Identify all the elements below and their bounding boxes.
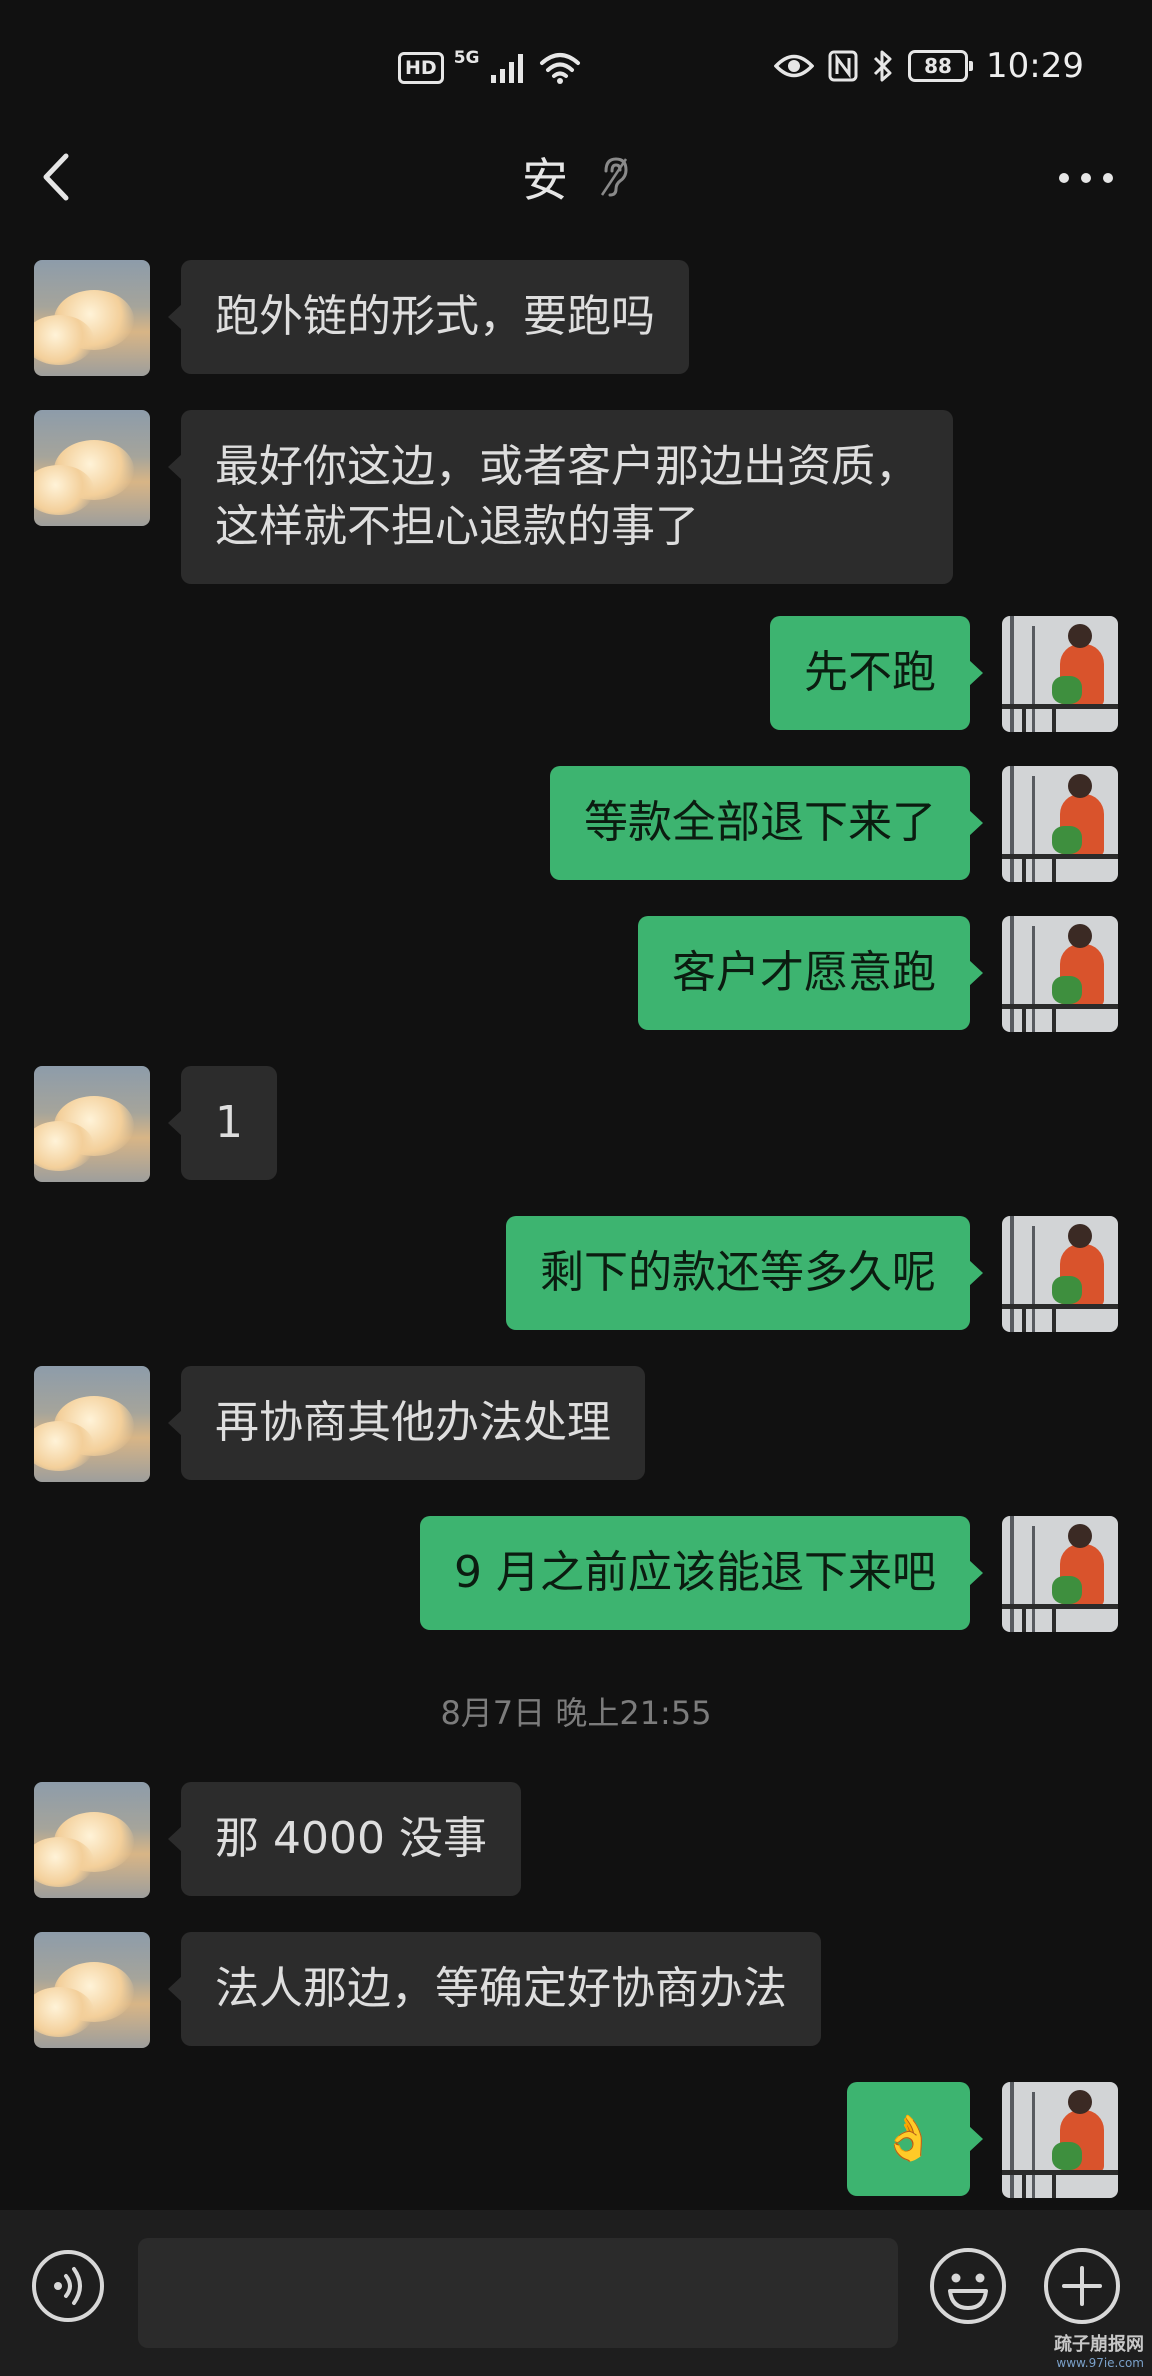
message-bubble[interactable]: 那 4000 没事 (168, 1782, 521, 1896)
message-bubble[interactable]: 法人那边，等确定好协商办法 (168, 1932, 821, 2046)
message-bubble[interactable]: 最好你这边，或者客户那边出资质， 这样就不担心退款的事了 (168, 410, 953, 584)
message-text: 法人那边，等确定好协商办法 (215, 1963, 787, 2014)
message-bubble[interactable]: 9 月之前应该能退下来吧 (420, 1516, 983, 1630)
contact-avatar[interactable] (34, 410, 150, 526)
timestamp: 8月7日 晚上21:55 (440, 1694, 712, 1732)
my-avatar[interactable] (1002, 616, 1118, 732)
message-text: 剩下的款还等多久呢 (540, 1247, 936, 1298)
my-avatar[interactable] (1002, 1516, 1118, 1632)
hd-badge: HD (398, 52, 444, 84)
message-input[interactable] (138, 2238, 898, 2348)
message-text: 客户才愿意跑 (672, 947, 936, 998)
message-text: 1 (215, 1097, 243, 1148)
my-avatar[interactable] (1002, 916, 1118, 1032)
watermark: 疏子崩报网 www.97ie.com (1054, 2330, 1144, 2370)
clock: 10:29 (986, 46, 1084, 86)
my-avatar[interactable] (1002, 1216, 1118, 1332)
contact-avatar[interactable] (34, 260, 150, 376)
message-text: 最好你这边，或者客户那边出资质， (215, 441, 919, 492)
message-bubble[interactable]: 👌 (847, 2082, 983, 2196)
message-bubble[interactable]: 客户才愿意跑 (638, 916, 983, 1030)
contact-avatar[interactable] (34, 1066, 150, 1182)
message-text: 9 月之前应该能退下来吧 (454, 1547, 936, 1598)
battery-icon: 88 (908, 50, 974, 82)
plus-icon[interactable] (1042, 2246, 1122, 2326)
signal-icon (491, 54, 524, 83)
contact-avatar[interactable] (34, 1782, 150, 1898)
contact-avatar[interactable] (34, 1932, 150, 2048)
message-text: 先不跑 (804, 647, 936, 698)
status-bar-right: 88 10:29 (774, 46, 1084, 86)
message-bubble[interactable]: 跑外链的形式，要跑吗 (168, 260, 689, 374)
more-dots-icon[interactable] (1054, 160, 1118, 196)
nfc-icon (828, 50, 858, 82)
chat-title: 安 (0, 150, 1152, 207)
contact-avatar[interactable] (34, 1366, 150, 1482)
message-bubble[interactable]: 再协商其他办法处理 (168, 1366, 645, 1480)
ear-muted-icon (600, 157, 628, 197)
message-text: 这样就不担心退款的事了 (215, 501, 699, 552)
eye-icon (774, 54, 815, 78)
bluetooth-icon (873, 50, 892, 82)
message-bubble[interactable]: 先不跑 (770, 616, 983, 730)
message-bubble[interactable]: 剩下的款还等多久呢 (506, 1216, 983, 1330)
input-bar (0, 2210, 1152, 2376)
my-avatar[interactable] (1002, 766, 1118, 882)
wifi-icon (540, 53, 581, 84)
message-text: 那 4000 没事 (215, 1813, 487, 1864)
watermark-title: 疏子崩报网 (1054, 2334, 1144, 2355)
message-text: 再协商其他办法处理 (215, 1397, 611, 1448)
my-avatar[interactable] (1002, 2082, 1118, 2198)
message-text: 等款全部退下来了 (584, 797, 936, 848)
status-bar: HD 5G 88 10:29 (0, 0, 1152, 130)
message-bubble[interactable]: 等款全部退下来了 (550, 766, 983, 880)
message-bubble[interactable]: 1 (168, 1066, 277, 1180)
emoji-icon[interactable] (928, 2246, 1008, 2326)
status-bar-left: HD 5G (398, 48, 581, 86)
message-text: 👌 (881, 2113, 936, 2164)
voice-icon[interactable] (30, 2248, 106, 2324)
network-type: 5G (453, 48, 480, 68)
message-text: 跑外链的形式，要跑吗 (215, 291, 655, 342)
contact-name: 安 (522, 153, 568, 207)
watermark-url: www.97ie.com (1056, 2356, 1144, 2370)
chat-header: 安 (0, 130, 1152, 226)
